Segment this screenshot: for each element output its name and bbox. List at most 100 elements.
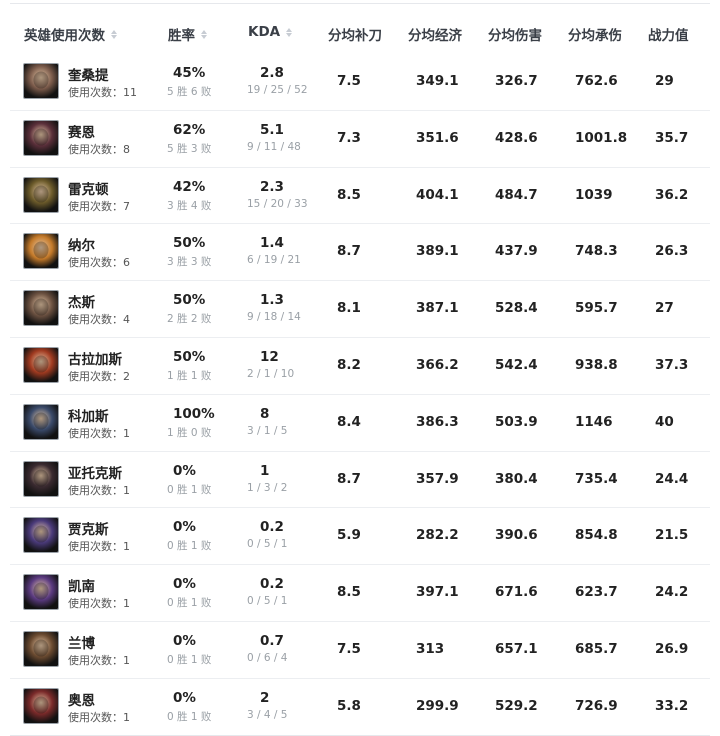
- kda-value: 0.7: [260, 632, 284, 649]
- avg-cs: 8.5: [337, 584, 361, 601]
- hero-use-count: 使用次数：1: [68, 597, 130, 611]
- avg-damage-taken: 735.4: [575, 470, 618, 487]
- header-hero-uses[interactable]: 英雄使用次数: [24, 24, 117, 44]
- win-rate: 0%: [173, 689, 196, 706]
- table-row[interactable]: 奥恩 使用次数：1 0% 0 胜 1 败 2 3 / 4 / 5 5.8 299.9 529.2…: [10, 679, 710, 736]
- avg-gold: 357.9: [416, 470, 459, 487]
- avg-cs: 7.5: [337, 73, 361, 89]
- avg-damage: 390.6: [495, 527, 538, 544]
- hero-avatar-icon[interactable]: [23, 63, 59, 99]
- hero-name[interactable]: 赛恩: [68, 121, 95, 141]
- table-row[interactable]: 科加斯 使用次数：1 100% 1 胜 0 败 8 3 / 1 / 5 8.4 386.3 50…: [10, 395, 710, 452]
- table-row[interactable]: 奎桑提 使用次数：11 45% 5 胜 6 败 2.8 19 / 25 / 52 7.5 34…: [10, 54, 710, 111]
- avg-cs: 8.7: [337, 470, 361, 487]
- header-damage-taken[interactable]: 分均承伤: [568, 24, 622, 44]
- hero-name[interactable]: 科加斯: [68, 405, 109, 425]
- win-loss-record: 3 胜 3 败: [167, 256, 212, 269]
- hero-name[interactable]: 纳尔: [68, 234, 95, 254]
- power-score: 27: [655, 300, 674, 317]
- hero-name[interactable]: 古拉加斯: [68, 348, 122, 368]
- kda-detail: 9 / 18 / 14: [247, 311, 301, 324]
- power-score: 35.7: [655, 129, 689, 146]
- table-row[interactable]: 亚托克斯 使用次数：1 0% 0 胜 1 败 1 1 / 3 / 2 8.7 357.9 380…: [10, 452, 710, 509]
- header-label: 胜率: [168, 28, 195, 44]
- hero-avatar-icon[interactable]: [23, 630, 59, 667]
- table-row[interactable]: 古拉加斯 使用次数：2 50% 1 胜 1 败 12 2 / 1 / 10 8.2 366.2…: [10, 338, 710, 395]
- power-score: 26.3: [655, 243, 689, 260]
- avg-gold: 366.2: [416, 356, 459, 373]
- avg-damage: 503.9: [495, 413, 538, 430]
- table-row[interactable]: 凯南 使用次数：1 0% 0 胜 1 败 0.2 0 / 5 / 1 8.5 397.1 671…: [10, 565, 710, 622]
- avg-gold: 351.6: [416, 129, 459, 146]
- avg-damage-taken: 1146: [575, 413, 613, 430]
- table-row[interactable]: 赛恩 使用次数：8 62% 5 胜 3 败 5.1 9 / 11 / 48 7.3 351.6…: [10, 111, 710, 168]
- win-rate: 62%: [173, 121, 206, 138]
- avg-damage-taken: 1039: [575, 186, 613, 203]
- hero-avatar-icon[interactable]: [23, 176, 59, 213]
- sort-icon: [201, 29, 207, 39]
- avg-damage: 529.2: [495, 697, 538, 714]
- hero-avatar-icon[interactable]: [23, 574, 59, 611]
- kda-value: 2: [260, 689, 270, 706]
- avg-cs: 8.1: [337, 300, 361, 317]
- top-divider: [10, 3, 710, 4]
- header-label: 分均补刀: [328, 28, 382, 44]
- hero-avatar-icon[interactable]: [23, 290, 59, 327]
- hero-avatar-icon[interactable]: [23, 460, 59, 497]
- header-label: 分均承伤: [568, 28, 622, 44]
- win-rate: 45%: [173, 65, 206, 81]
- hero-name[interactable]: 奥恩: [68, 689, 95, 709]
- win-loss-record: 0 胜 1 败: [167, 653, 212, 666]
- hero-name[interactable]: 雷克顿: [68, 178, 109, 198]
- hero-avatar-icon[interactable]: [23, 687, 59, 724]
- avg-damage: 542.4: [495, 356, 538, 373]
- power-score: 33.2: [655, 697, 689, 714]
- kda-detail: 6 / 19 / 21: [247, 254, 301, 267]
- header-kda[interactable]: KDA: [248, 24, 293, 40]
- hero-avatar-icon[interactable]: [23, 119, 59, 156]
- hero-avatar-icon[interactable]: [23, 403, 59, 440]
- avg-gold: 386.3: [416, 413, 459, 430]
- hero-use-count: 使用次数：1: [68, 540, 130, 554]
- hero-use-count: 使用次数：2: [68, 369, 130, 383]
- hero-avatar-icon[interactable]: [23, 233, 59, 270]
- kda-value: 8: [260, 405, 270, 422]
- hero-use-count: 使用次数：6: [68, 256, 130, 270]
- header-win-rate[interactable]: 胜率: [168, 24, 207, 44]
- avg-damage: 428.6: [495, 129, 538, 146]
- win-loss-record: 0 胜 1 败: [167, 483, 212, 496]
- header-power[interactable]: 战力值: [648, 24, 689, 44]
- avg-gold: 404.1: [416, 186, 459, 203]
- hero-name[interactable]: 杰斯: [68, 291, 95, 311]
- header-cs[interactable]: 分均补刀: [328, 24, 382, 44]
- win-loss-record: 1 胜 1 败: [167, 369, 212, 382]
- hero-name[interactable]: 奎桑提: [68, 64, 109, 84]
- hero-name[interactable]: 亚托克斯: [68, 462, 122, 482]
- hero-name[interactable]: 凯南: [68, 575, 95, 595]
- header-damage[interactable]: 分均伤害: [488, 24, 542, 44]
- hero-avatar-icon[interactable]: [23, 517, 59, 554]
- header-label: 英雄使用次数: [24, 28, 105, 44]
- table-body: 奎桑提 使用次数：11 45% 5 胜 6 败 2.8 19 / 25 / 52 7.5 34…: [10, 54, 710, 736]
- header-gold[interactable]: 分均经济: [408, 24, 462, 44]
- table-row[interactable]: 兰博 使用次数：1 0% 0 胜 1 败 0.7 0 / 6 / 4 7.5 313 657.1…: [10, 622, 710, 679]
- table-row[interactable]: 纳尔 使用次数：6 50% 3 胜 3 败 1.4 6 / 19 / 21 8.7 389.1…: [10, 224, 710, 282]
- table-row[interactable]: 贾克斯 使用次数：1 0% 0 胜 1 败 0.2 0 / 5 / 1 5.9 282.2 39…: [10, 508, 710, 566]
- kda-detail: 0 / 6 / 4: [247, 651, 288, 664]
- hero-avatar-icon[interactable]: [23, 346, 59, 383]
- win-rate: 50%: [173, 235, 206, 252]
- win-loss-record: 3 胜 4 败: [167, 199, 212, 212]
- table-row[interactable]: 雷克顿 使用次数：7 42% 3 胜 4 败 2.3 15 / 20 / 33 8.5 404…: [10, 168, 710, 225]
- win-rate: 0%: [173, 576, 196, 593]
- win-rate: 50%: [173, 348, 206, 365]
- win-loss-record: 0 胜 1 败: [167, 597, 212, 610]
- table-row[interactable]: 杰斯 使用次数：4 50% 2 胜 2 败 1.3 9 / 18 / 14 8.1 387.1…: [10, 281, 710, 338]
- hero-stats-panel: 英雄使用次数 胜率 KDA 分均补刀 分均经济 分均伤害 分均承伤 战力值 奎桑…: [0, 0, 720, 736]
- hero-name[interactable]: 兰博: [68, 632, 95, 652]
- win-rate: 42%: [173, 178, 206, 195]
- avg-cs: 8.4: [337, 413, 361, 430]
- avg-gold: 313: [416, 640, 445, 657]
- kda-value: 0.2: [260, 519, 284, 536]
- hero-use-count: 使用次数：1: [68, 653, 130, 667]
- hero-name[interactable]: 贾克斯: [68, 518, 109, 538]
